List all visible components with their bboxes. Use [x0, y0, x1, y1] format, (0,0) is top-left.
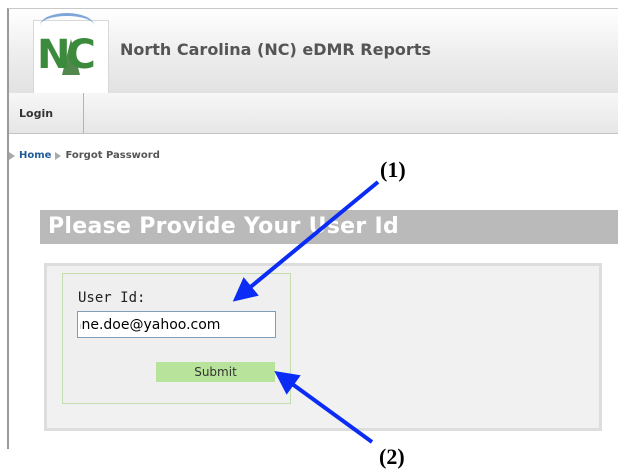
annotation-arrow-1 [232, 180, 380, 302]
annotation-arrow-2 [274, 370, 374, 444]
annotation-arrows [232, 180, 380, 444]
annotation-label-2: (2) [379, 444, 405, 469]
annotation-label-1: (1) [380, 157, 406, 182]
